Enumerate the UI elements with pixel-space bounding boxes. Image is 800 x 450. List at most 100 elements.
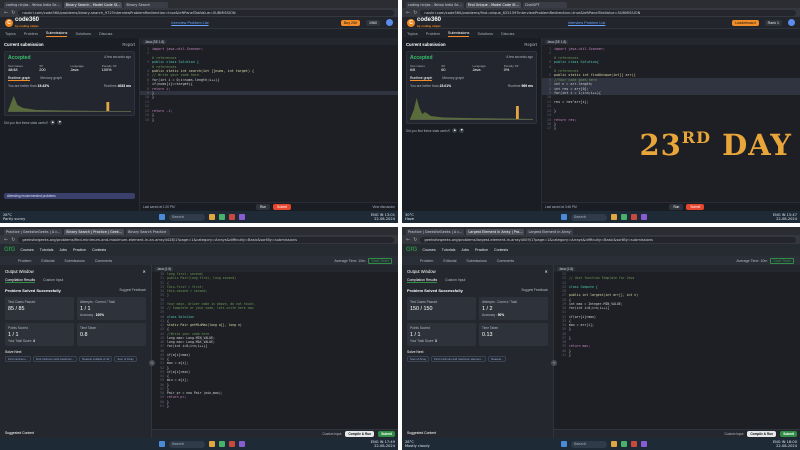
app-icon[interactable] (640, 441, 647, 447)
report-button[interactable]: Report (524, 42, 537, 47)
view-discussion-link[interactable]: View discussion (372, 205, 395, 209)
close-icon[interactable]: ✕ (544, 269, 548, 274)
avatar[interactable] (386, 19, 393, 26)
code360-logo[interactable]: C code360 by coding ninjas (5, 17, 39, 29)
tab-submissions[interactable]: Submissions (447, 31, 470, 37)
tab-submissions[interactable]: Submissions (466, 259, 486, 263)
tab-problem[interactable]: Problem (420, 259, 433, 263)
thumbs-up-icon[interactable]: ▲ (50, 120, 56, 125)
url-field[interactable]: naukri.com/code360/problems/find-unique_… (420, 9, 796, 16)
back-arrow-icon[interactable]: ← (406, 237, 410, 243)
suggested-problem-chip[interactable]: Nearest multiple of 10 (79, 356, 113, 362)
menu-jobs[interactable]: Jobs (461, 248, 469, 252)
tab-compilation-results[interactable]: Compilation Results (407, 278, 438, 283)
browser-tab[interactable]: coding ninjas - Yahoo India Se... (4, 2, 62, 8)
chrome-icon[interactable] (620, 441, 627, 447)
browser-tab-active[interactable]: Largest Element in Array | Pra... (466, 229, 525, 235)
submit-button[interactable]: Submit (780, 431, 797, 437)
tab-memory-graph[interactable]: Memory graph (442, 76, 464, 81)
language-select[interactable]: Java (1.8) (557, 266, 576, 271)
url-field[interactable]: geeksforgeeks.org/problems/largest-eleme… (420, 236, 796, 243)
compile-run-button[interactable]: Compile & Run (747, 431, 777, 437)
start-icon[interactable] (560, 214, 567, 220)
browser-tab[interactable]: Largest Element in Array (526, 229, 573, 235)
url-field[interactable]: naukri.com/code360/problems/binary-searc… (18, 9, 394, 16)
taskbar-search[interactable]: Search (168, 440, 205, 448)
menu-tutorials[interactable]: Tutorials (442, 248, 456, 252)
tab-problem[interactable]: Problem (18, 259, 31, 263)
app-icon[interactable] (630, 214, 637, 220)
suggested-problem-chip[interactable]: Sum of Array (407, 356, 430, 362)
code-editor[interactable]: Java (SE 1.8) 1 import java.util.Scanner;… (542, 38, 800, 211)
tab-editorial[interactable]: Editorial (41, 259, 54, 263)
start-timer-button[interactable]: Start Timer (770, 257, 794, 264)
browser-tab[interactable]: coding ninjas - Yahoo India Se... (406, 2, 464, 8)
suggested-problem-chip[interactable]: Find minimum and maximum... (32, 356, 78, 362)
taskbar-search[interactable]: Search (570, 213, 607, 221)
menu-contests[interactable]: Contests (92, 248, 106, 252)
browser-tab-active[interactable]: Binary Search - Model Code St... (63, 2, 123, 8)
start-icon[interactable] (158, 214, 165, 220)
menu-courses[interactable]: Courses (20, 248, 33, 252)
collapse-panel-icon[interactable]: ‹ (149, 360, 155, 366)
tab-memory-graph[interactable]: Memory graph (40, 76, 62, 81)
interview-problem-list-link[interactable]: Interview Problem List (45, 21, 335, 25)
menu-practice[interactable]: Practice (73, 248, 86, 252)
tab-submissions[interactable]: Submissions (64, 259, 84, 263)
tab-custom-input[interactable]: Custom Input (43, 278, 63, 283)
recommended-problems-banner[interactable]: Attending recommended problems (4, 193, 135, 199)
tab-discuss[interactable]: Discuss (501, 32, 514, 36)
start-timer-button[interactable]: Start Timer (368, 257, 392, 264)
browser-tab[interactable]: Binary Search Practice (126, 229, 171, 235)
tab-custom-input[interactable]: Custom Input (445, 278, 465, 283)
chrome-icon[interactable] (620, 214, 627, 220)
submit-button[interactable]: Submit (273, 204, 291, 210)
code-area[interactable]: 30 long first; second; 31 public Pair(lo… (156, 272, 398, 408)
report-button[interactable]: Report (122, 42, 135, 47)
avatar[interactable] (788, 19, 795, 26)
app-icon[interactable] (228, 214, 235, 220)
gfg-logo[interactable]: GfG (406, 247, 417, 253)
tab-solutions[interactable]: Solutions (477, 32, 493, 36)
file-explorer-icon[interactable] (610, 441, 617, 447)
file-explorer-icon[interactable] (208, 214, 215, 220)
code-editor[interactable]: ‹ Java (1.8) 22 23// User function Templ… (551, 265, 800, 438)
chrome-icon[interactable] (218, 441, 225, 447)
tab-comments[interactable]: Comments (497, 259, 514, 263)
app-icon[interactable] (238, 441, 245, 447)
menu-jobs[interactable]: Jobs (59, 248, 67, 252)
suggested-problem-chip[interactable]: Sum of Array (114, 356, 137, 362)
tab-solutions[interactable]: Solutions (75, 32, 91, 36)
run-button[interactable]: Run (256, 204, 271, 210)
suggested-problem-chip[interactable]: Find minimum... (5, 356, 31, 362)
chrome-icon[interactable] (218, 214, 225, 220)
thumbs-down-icon[interactable]: ▼ (459, 128, 465, 133)
suggested-problem-chip[interactable]: Nearest... (488, 356, 507, 362)
app-icon[interactable] (238, 214, 245, 220)
language-select[interactable]: Java (1.8) (155, 266, 174, 271)
menu-practice[interactable]: Practice (475, 248, 488, 252)
back-arrow-icon[interactable]: ← (406, 10, 410, 16)
menu-courses[interactable]: Courses (422, 248, 435, 252)
gfg-logo[interactable]: GfG (4, 247, 15, 253)
back-arrow-icon[interactable]: ← (4, 10, 8, 16)
tab-discuss[interactable]: Discuss (99, 32, 112, 36)
tab-topics[interactable]: Topics (5, 32, 16, 36)
taskbar-search[interactable]: Search (570, 440, 607, 448)
app-icon[interactable] (630, 441, 637, 447)
menu-contests[interactable]: Contests (494, 248, 508, 252)
code-editor[interactable]: Java (SE 1.8) 1 import java.util.Scanner;… (140, 38, 398, 211)
tab-runtime-graph[interactable]: Runtime graph (8, 76, 31, 81)
url-field[interactable]: geeksforgeeks.org/problems/find-minimum-… (18, 236, 394, 243)
reload-icon[interactable]: ↻ (11, 237, 15, 243)
coins-pill[interactable]: 1960 (366, 19, 380, 26)
browser-tab[interactable]: ChatGPT (522, 2, 567, 8)
tab-submissions[interactable]: Submissions (45, 31, 68, 37)
browser-tab-active[interactable]: Binary Search | Practice | Geek... (64, 229, 125, 235)
code-area[interactable]: 1 import java.util.Scanner; 2 0 reference… (140, 45, 398, 124)
tab-comments[interactable]: Comments (95, 259, 112, 263)
start-icon[interactable] (560, 441, 567, 447)
start-icon[interactable] (158, 441, 165, 447)
app-icon[interactable] (228, 441, 235, 447)
browser-tab[interactable]: Practice | GeeksforGeeks | A c... (4, 229, 63, 235)
